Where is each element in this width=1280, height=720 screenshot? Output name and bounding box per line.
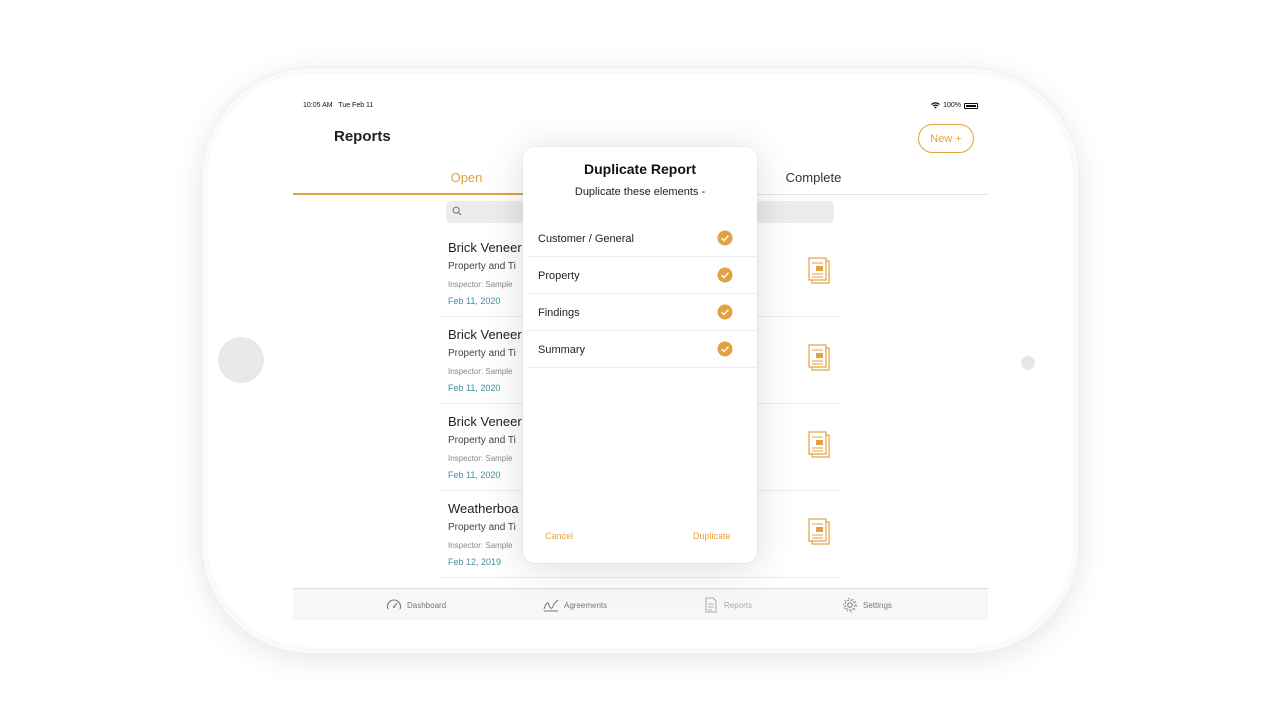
home-button: [218, 337, 264, 383]
battery-icon: [964, 102, 978, 109]
duplicate-button[interactable]: Duplicate: [693, 531, 731, 541]
dashboard-gauge-icon: [386, 599, 402, 610]
option-customer-general[interactable]: Customer / General: [528, 220, 757, 257]
duplicate-report-dialog: Duplicate Report Duplicate these element…: [523, 147, 757, 563]
bottom-tab-bar: Dashboard Agreements Reports Settings: [293, 588, 988, 620]
report-title: Brick Veneer: [448, 327, 522, 342]
agreements-signature-icon: [543, 599, 559, 612]
option-summary[interactable]: Summary: [528, 331, 757, 368]
report-title: Weatherboa: [448, 501, 519, 516]
dialog-title: Duplicate Report: [583, 161, 696, 177]
dialog-subtitle: Duplicate these elements -: [574, 186, 706, 198]
option-findings[interactable]: Findings: [528, 294, 757, 331]
report-subtitle: Property and Ti: [448, 435, 516, 446]
report-inspector: Inspector: Sample: [448, 541, 513, 550]
wifi-icon: [931, 102, 940, 109]
report-subtitle: Property and Ti: [448, 261, 516, 272]
report-inspector: Inspector: Sample: [448, 280, 513, 289]
report-title: Brick Veneer: [448, 240, 522, 255]
search-icon: [452, 206, 462, 216]
report-subtitle: Property and Ti: [448, 348, 516, 359]
option-label: Customer / General: [538, 233, 634, 245]
report-document-icon[interactable]: [807, 431, 831, 459]
reports-document-icon: [705, 597, 717, 613]
tab-bar-label: Agreements: [564, 600, 608, 610]
status-time: 10:05 AM: [303, 102, 333, 109]
tab-bar-settings[interactable]: Settings: [842, 597, 892, 613]
report-inspector: Inspector: Sample: [448, 367, 513, 376]
report-title: Brick Veneer: [448, 414, 522, 429]
report-date: Feb 11, 2020: [448, 296, 501, 306]
duplicate-options-list: Customer / General Property Findings Sum…: [528, 220, 757, 368]
option-property[interactable]: Property: [528, 257, 757, 294]
status-date: Tue Feb 11: [338, 102, 374, 109]
checkmark-icon[interactable]: [717, 267, 733, 283]
report-date: Feb 11, 2020: [448, 383, 501, 393]
battery-percent: 100%: [943, 102, 961, 109]
checkmark-icon[interactable]: [717, 304, 733, 320]
report-date: Feb 12, 2019: [448, 557, 502, 567]
report-subtitle: Property and Ti: [448, 522, 516, 533]
tab-bar-label: Reports: [724, 600, 753, 610]
settings-gear-icon: [843, 598, 857, 612]
option-label: Property: [538, 270, 580, 282]
report-inspector: Inspector: Sample: [448, 454, 513, 463]
front-camera: [1021, 356, 1035, 370]
report-document-icon[interactable]: [807, 257, 831, 285]
tab-bar-agreements[interactable]: Agreements: [543, 597, 607, 613]
report-date: Feb 11, 2020: [448, 470, 501, 480]
option-label: Findings: [538, 307, 580, 319]
status-bar: 10:05 AM Tue Feb 11 100%: [293, 98, 988, 114]
page-title: Reports: [334, 128, 391, 145]
cancel-button[interactable]: Cancel: [545, 531, 573, 541]
option-label: Summary: [538, 344, 586, 356]
report-document-icon[interactable]: [807, 344, 831, 372]
tab-bar-dashboard[interactable]: Dashboard: [386, 597, 446, 613]
tab-bar-label: Dashboard: [407, 600, 447, 610]
tab-bar-label: Settings: [863, 600, 892, 610]
tab-bar-reports[interactable]: Reports: [703, 597, 752, 613]
report-document-icon[interactable]: [807, 518, 831, 546]
checkmark-icon[interactable]: [717, 230, 733, 246]
new-report-button[interactable]: New +: [918, 124, 974, 153]
checkmark-icon[interactable]: [717, 341, 733, 357]
